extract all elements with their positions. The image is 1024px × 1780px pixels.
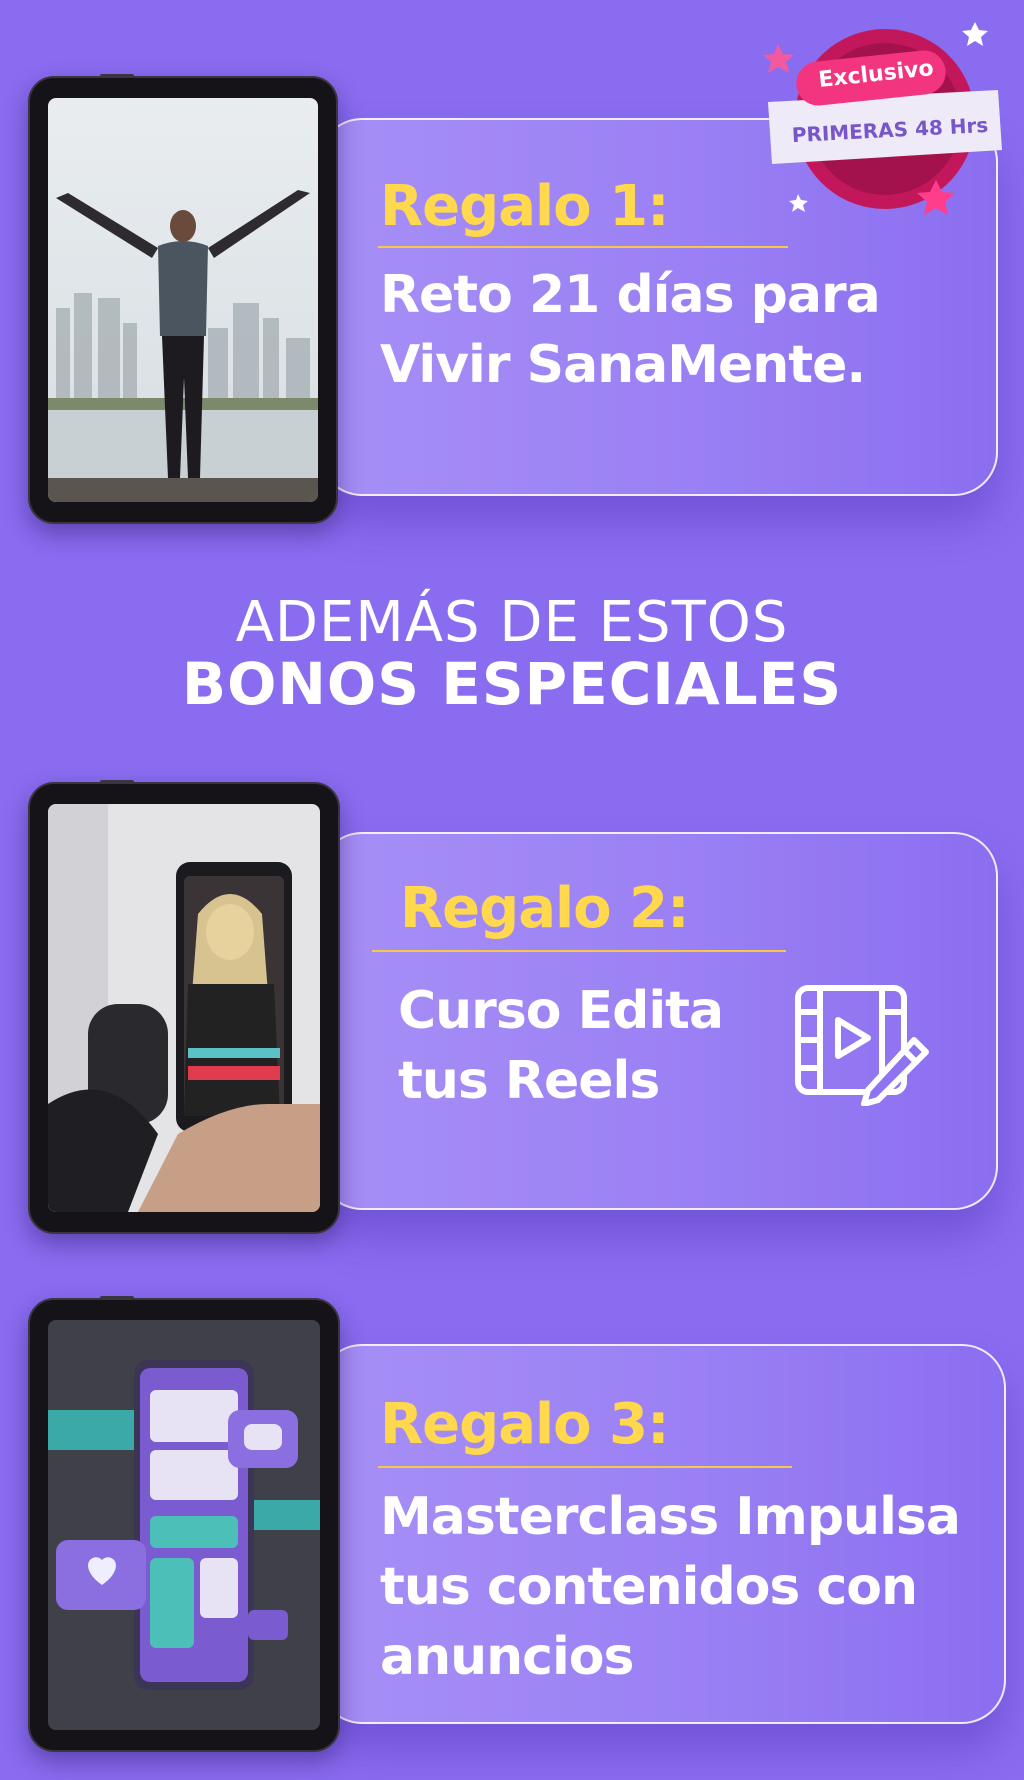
gift-3-underline — [378, 1466, 792, 1468]
gift-3-description: Masterclass Impulsa tus contenidos con a… — [380, 1482, 961, 1692]
gift-1-desc-line1: Reto 21 días para — [380, 265, 881, 325]
gift-1-title: Regalo 1: — [380, 174, 669, 239]
gift-2-desc-line1: Curso Edita — [398, 981, 724, 1041]
fitness-photo — [48, 98, 318, 502]
gift-1-description: Reto 21 días para Vivir SanaMente. — [380, 260, 881, 400]
gift-2-description: Curso Edita tus Reels — [398, 976, 724, 1116]
gift-2-title: Regalo 2: — [400, 876, 689, 941]
gift-3-desc-line2: tus contenidos con — [380, 1557, 918, 1617]
social-app-illustration — [48, 1320, 320, 1730]
gift-2-desc-line2: tus Reels — [398, 1051, 660, 1111]
section-heading-line2: BONOS ESPECIALES — [181, 650, 843, 718]
gift-3-desc-line3: anuncios — [380, 1627, 634, 1687]
exclusive-badge: Exclusivo PRIMERAS 48 Hrs — [760, 14, 1010, 224]
section-heading-line1: ADEMÁS DE ESTOS — [235, 590, 789, 655]
gift-2-underline — [372, 950, 786, 952]
gift-1-underline — [378, 246, 788, 248]
reels-photo — [48, 804, 320, 1212]
video-edit-icon — [792, 982, 932, 1107]
gift-3-desc-line1: Masterclass Impulsa — [380, 1487, 961, 1547]
tablet-mockup-1 — [28, 74, 338, 524]
gift-3-title: Regalo 3: — [380, 1392, 669, 1457]
tablet-mockup-3 — [28, 1296, 340, 1752]
gift-1-desc-line2: Vivir SanaMente. — [380, 335, 866, 395]
tablet-mockup-2 — [28, 780, 340, 1234]
